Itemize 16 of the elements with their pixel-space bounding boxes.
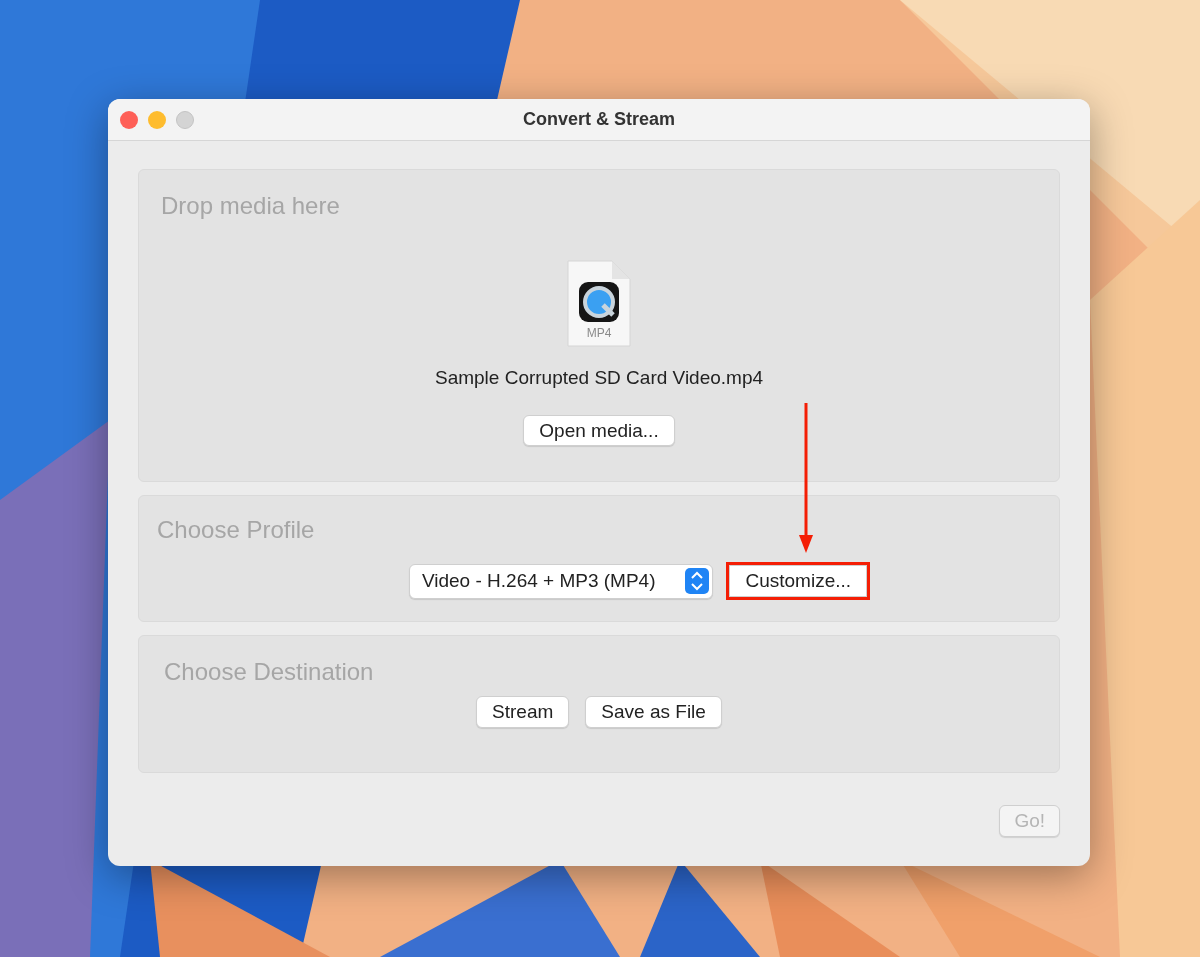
file-name: Sample Corrupted SD Card Video.mp4	[434, 366, 764, 390]
file-icon	[566, 260, 632, 348]
drop-zone[interactable]: Drop media here MP4 Sample Corrupted SD Card Video.mp4 Open media...	[138, 169, 1060, 482]
customize-button[interactable]: Customize...	[729, 565, 868, 598]
window-control-button[interactable]	[148, 111, 166, 129]
panel-heading: Drop media here	[161, 191, 341, 221]
window-title: Convert & Stream	[522, 108, 675, 131]
window-control-button[interactable]	[120, 111, 138, 129]
save-as-file-button[interactable]: Save as File	[585, 696, 722, 728]
file-type-label: MP4	[585, 325, 613, 342]
panel-heading: Choose Profile	[157, 515, 316, 545]
profile-dropdown[interactable]: Video - H.264 + MP3 (MP4)	[408, 564, 714, 599]
stepper-icon	[685, 568, 710, 595]
stream-button[interactable]: Stream	[476, 696, 570, 728]
panel-heading: Choose Destination	[164, 657, 375, 687]
open-media-button[interactable]: Open media...	[523, 414, 675, 447]
